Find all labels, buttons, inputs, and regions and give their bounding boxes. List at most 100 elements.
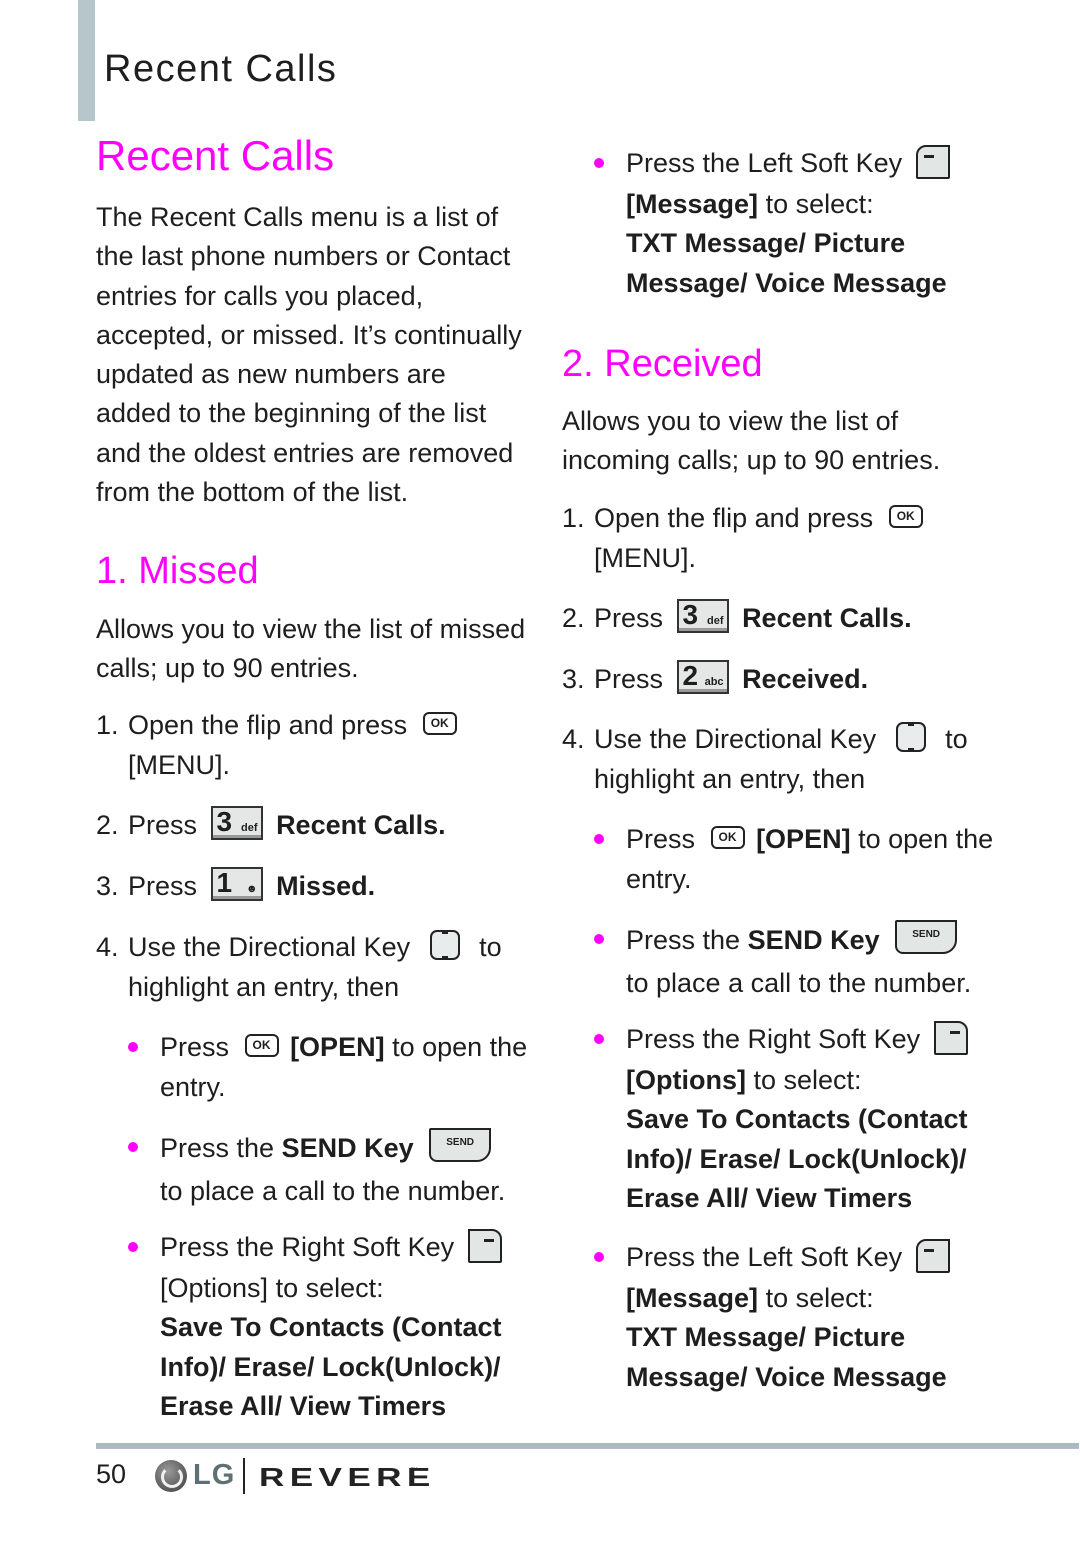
step-number: 4. xyxy=(562,724,585,754)
bullet-options: Save To Contacts (Contact Info)/ Erase/ … xyxy=(626,1104,968,1214)
bullet-bold: [OPEN] xyxy=(290,1032,385,1062)
bullet-text: to select: xyxy=(753,1064,862,1095)
step-number: 2. xyxy=(562,603,585,633)
missed-step-2: 2. Press 3 def Recent Calls. xyxy=(96,806,526,848)
header-accent-bar xyxy=(78,0,95,121)
step-text: Open the flip and press xyxy=(594,503,874,533)
step-text: Use the Directional Key xyxy=(594,724,877,754)
bullet-options: Save To Contacts (Contact Info)/ Erase/ … xyxy=(160,1312,502,1422)
missed-bullet-open: Press OK [OPEN] to open the entry. xyxy=(128,1028,528,1107)
step-text-menu: [MENU]. xyxy=(594,542,697,573)
bullet-bold: [Options] xyxy=(160,1272,269,1303)
received-step-1: 1. Open the flip and press OK [MENU]. xyxy=(562,499,992,578)
key-letters: abc xyxy=(704,676,724,688)
step-target: Missed. xyxy=(276,871,376,902)
send-key-icon: SEND xyxy=(429,1128,492,1162)
bullet-text: to select: xyxy=(765,1282,874,1313)
directional-key-icon xyxy=(895,721,926,752)
step-text: Press xyxy=(594,603,664,634)
received-step-2: 2. Press 3 def Recent Calls. xyxy=(562,599,992,641)
bullet-dot xyxy=(128,1242,138,1252)
bullet-dot xyxy=(594,934,604,944)
key-letters: def xyxy=(707,615,724,627)
received-bullet-send: Press the SEND Key SEND to place a call … xyxy=(594,920,994,1004)
bullet-dot xyxy=(594,1034,604,1044)
page-number: 50 xyxy=(96,1459,127,1489)
right-soft-key-icon xyxy=(933,1020,968,1055)
received-bullet-open: Press OK [OPEN] to open the entry. xyxy=(594,820,994,899)
header-title: Recent Calls xyxy=(104,48,338,90)
missed-step-3: 3. Press 1 ☻ Missed. xyxy=(96,867,526,909)
brand-separator xyxy=(243,1458,245,1494)
key-digit: 3 xyxy=(216,806,233,837)
bullet-dot xyxy=(594,834,604,844)
ok-key-icon: OK xyxy=(888,505,923,529)
bullet-dot xyxy=(594,1252,604,1262)
bullet-text: Press the Left Soft Key xyxy=(626,1242,903,1272)
bullet-text: Press the Right Soft Key xyxy=(160,1232,455,1262)
bullet-dot xyxy=(128,1042,138,1052)
step-number: 1. xyxy=(96,710,119,740)
section-heading-missed: 1. Missed xyxy=(96,550,259,592)
bullet-text: to place a call to the number. xyxy=(160,1176,506,1206)
bullet-bold: [Message] xyxy=(626,188,759,219)
bullet-options: TXT Message/ Picture Message/ Voice Mess… xyxy=(626,228,947,298)
key-digit: 2 xyxy=(682,660,699,691)
footer-divider xyxy=(96,1443,1079,1449)
step-target: Recent Calls. xyxy=(276,810,446,841)
right-soft-key-icon xyxy=(467,1228,502,1263)
step-target: Recent Calls. xyxy=(742,603,912,634)
missed-step-1: 1. Open the flip and press OK [MENU]. xyxy=(96,706,526,785)
step-target: Received. xyxy=(742,664,869,695)
bullet-bold: SEND Key xyxy=(747,925,880,956)
step-number: 3. xyxy=(562,664,585,694)
bullet-bold: SEND Key xyxy=(281,1133,414,1164)
key-letters: def xyxy=(241,822,258,834)
key-2-icon: 2 abc xyxy=(676,660,729,694)
lg-wordmark: LG xyxy=(193,1459,236,1491)
key-digit: 1 xyxy=(216,867,233,898)
ok-key-icon: OK xyxy=(710,826,745,850)
bullet-bold: [Options] xyxy=(626,1064,746,1095)
bullet-text: to select: xyxy=(765,188,874,219)
step-text: Press xyxy=(594,664,664,695)
received-step-3: 3. Press 2 abc Received. xyxy=(562,660,992,702)
directional-key-icon xyxy=(429,929,460,960)
step-number: 3. xyxy=(96,871,119,901)
section-description-received: Allows you to view the list of incoming … xyxy=(562,406,941,476)
bullet-text: Press the xyxy=(626,925,741,956)
send-key-icon: SEND xyxy=(895,920,958,954)
step-text: Press xyxy=(128,810,198,841)
bullet-text: Press xyxy=(626,824,696,854)
intro-paragraph: The Recent Calls menu is a list of the l… xyxy=(96,202,522,508)
received-bullet-options: Press the Right Soft Key [Options] to se… xyxy=(594,1020,994,1219)
left-soft-key-icon xyxy=(915,144,950,179)
left-soft-key-icon xyxy=(915,1238,950,1273)
step-text-menu: [MENU]. xyxy=(128,749,231,780)
key-1-icon: 1 ☻ xyxy=(210,867,263,901)
step-text: Press xyxy=(128,871,198,902)
received-step-4: 4. Use the Directional Key to highlight … xyxy=(562,720,992,799)
bullet-text: Press the xyxy=(160,1133,275,1164)
bullet-text: Press xyxy=(160,1032,230,1062)
missed-bullet-send: Press the SEND Key SEND to place a call … xyxy=(128,1128,528,1212)
voicemail-glyph: ☻ xyxy=(245,883,258,895)
bullet-bold: [Message] xyxy=(626,1282,759,1313)
missed-step-4: 4. Use the Directional Key to highlight … xyxy=(96,928,526,1007)
bullet-text: to place a call to the number. xyxy=(626,968,972,998)
bullet-text: Press the Right Soft Key xyxy=(626,1024,921,1054)
bullet-dot xyxy=(128,1142,138,1152)
section-heading-received: 2. Received xyxy=(562,343,763,385)
page-title: Recent Calls xyxy=(96,132,335,179)
step-text: Use the Directional Key xyxy=(128,932,411,962)
step-number: 4. xyxy=(96,932,119,962)
ok-key-icon: OK xyxy=(244,1034,279,1058)
bullet-bold: [OPEN] xyxy=(756,824,851,854)
ok-key-icon: OK xyxy=(422,712,457,736)
missed-bullet-options: Press the Right Soft Key [Options] to se… xyxy=(128,1228,528,1427)
section-description-missed: Allows you to view the list of missed ca… xyxy=(96,614,526,684)
step-text: Open the flip and press xyxy=(128,710,408,740)
lg-logo-icon xyxy=(155,1460,187,1492)
key-digit: 3 xyxy=(682,599,699,630)
bullet-options: TXT Message/ Picture Message/ Voice Mess… xyxy=(626,1322,947,1392)
